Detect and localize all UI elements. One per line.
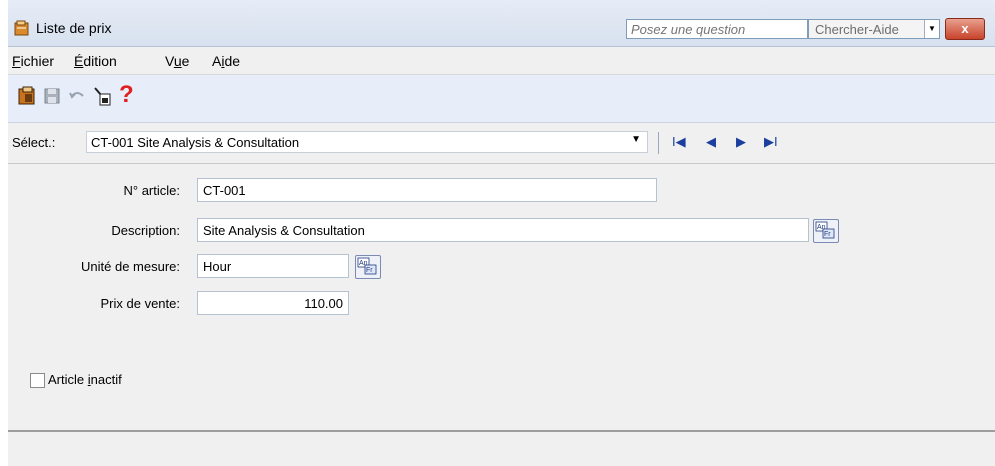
ask-question-input[interactable] [626, 19, 808, 39]
svg-text:Fr: Fr [366, 267, 373, 274]
selector-label: Sélect.: [12, 135, 56, 150]
help-search-select[interactable]: Chercher-Aide ▼ [808, 19, 940, 39]
previous-record-icon[interactable]: ◀ [706, 134, 716, 150]
price-field[interactable]: 110.00 [197, 291, 349, 315]
description-label: Description: [111, 223, 180, 238]
undo-icon[interactable] [66, 85, 88, 107]
article-no-label: N° article: [123, 183, 181, 198]
unit-label: Unité de mesure: [81, 259, 180, 274]
close-icon: x [961, 21, 969, 36]
menu-help[interactable]: Aide [212, 53, 240, 69]
inactive-checkbox-label[interactable]: Article inactif [48, 372, 122, 387]
svg-text:Fr: Fr [824, 231, 831, 238]
menu-edit[interactable]: Édition [74, 53, 117, 69]
translate-unit-button[interactable]: An Fr [355, 255, 381, 279]
chevron-down-icon[interactable]: ▼ [631, 134, 641, 145]
next-record-icon[interactable]: ▶ [736, 134, 746, 150]
print-lock-icon[interactable] [92, 85, 114, 107]
price-list-app-icon [14, 20, 29, 36]
record-selector-dropdown[interactable]: CT-001 Site Analysis & Consultation ▼ [86, 131, 648, 153]
inactive-checkbox[interactable] [30, 373, 45, 388]
last-record-icon[interactable]: ▶I [764, 134, 778, 150]
unit-value: Hour [203, 259, 232, 274]
description-value: Site Analysis & Consultation [203, 223, 365, 238]
help-icon[interactable]: ? [119, 81, 139, 109]
article-no-value: CT-001 [203, 183, 246, 198]
menu-view[interactable]: Vue [165, 53, 189, 69]
first-record-icon[interactable]: I◀ [672, 134, 686, 150]
chevron-down-icon[interactable]: ▼ [924, 20, 939, 38]
unit-field[interactable]: Hour [197, 254, 349, 278]
price-list-window: Liste de prix Chercher-Aide ▼ x Fichier … [8, 0, 995, 466]
price-value: 110.00 [304, 296, 343, 311]
article-no-field[interactable]: CT-001 [197, 178, 657, 202]
window-title: Liste de prix [36, 20, 112, 36]
close-button[interactable]: x [945, 18, 985, 40]
new-record-icon[interactable] [16, 85, 38, 107]
translate-icon: An Fr [357, 257, 377, 275]
translate-icon: An Fr [815, 221, 835, 239]
record-selector-bar: Sélect.: CT-001 Site Analysis & Consulta… [8, 123, 995, 164]
save-icon[interactable] [41, 85, 63, 107]
toolbar: ? [8, 75, 995, 123]
status-bar [8, 430, 995, 466]
help-search-label: Chercher-Aide [815, 22, 899, 37]
translate-description-button[interactable]: An Fr [813, 219, 839, 243]
price-label: Prix de vente: [100, 296, 181, 311]
selector-value: CT-001 Site Analysis & Consultation [91, 135, 300, 150]
description-field[interactable]: Site Analysis & Consultation [197, 218, 809, 242]
menu-file[interactable]: Fichier [12, 53, 54, 69]
separator [658, 132, 659, 154]
title-bar: Liste de prix Chercher-Aide ▼ x [8, 0, 995, 47]
menu-bar: Fichier Édition Vue Aide [8, 47, 995, 75]
